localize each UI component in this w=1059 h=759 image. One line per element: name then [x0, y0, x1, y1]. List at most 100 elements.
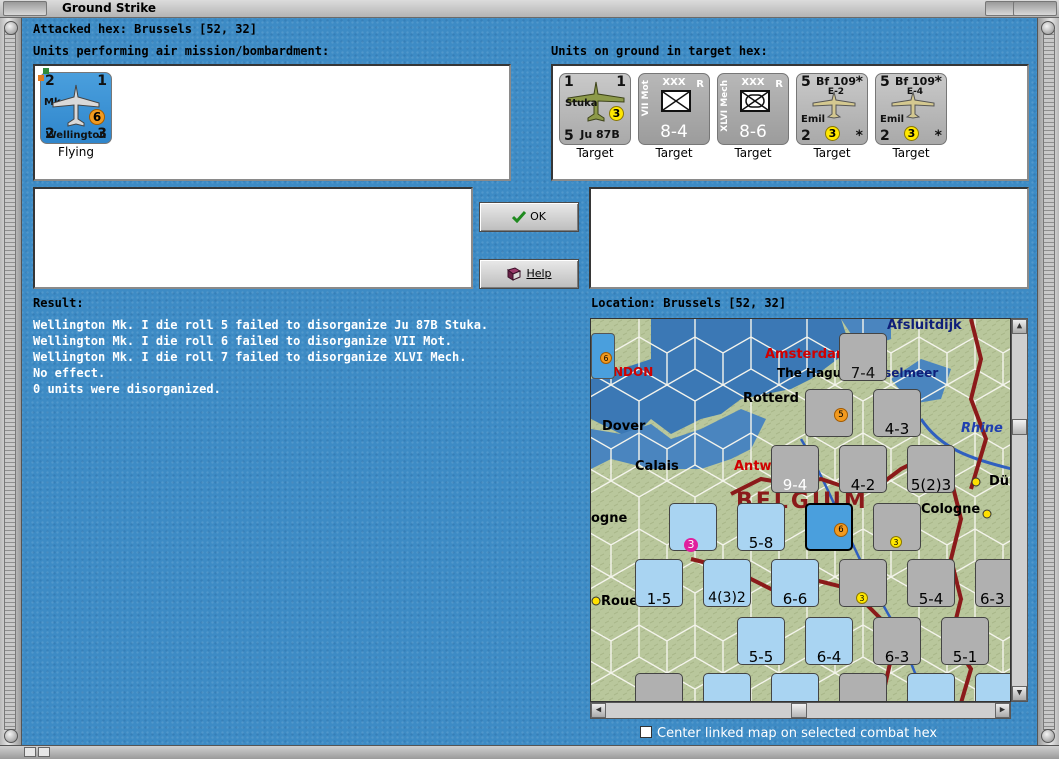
counter-value: 2	[801, 128, 811, 144]
motorized-infantry-icon	[661, 90, 691, 112]
location-label: Location: Brussels [52, 32]	[591, 296, 787, 310]
map-unit-stack[interactable]: 4(3)2	[703, 559, 751, 607]
ok-button[interactable]: OK	[479, 202, 579, 232]
frame-stripe-left	[4, 30, 16, 730]
map-unit-stack[interactable]: 5-5	[737, 617, 785, 666]
map-place-label: Roue	[601, 594, 639, 609]
status-marker-icon	[43, 68, 49, 74]
pilot-name: Emil	[880, 114, 905, 125]
map-unit-stack[interactable]: 6-3	[975, 559, 1010, 608]
wellington-counter[interactable]: 2 1 Mk. I 6 Wellington 2 3	[40, 72, 112, 144]
air-unit-detail-panel[interactable]	[33, 187, 473, 289]
map-air-unit[interactable]: 6	[591, 333, 615, 379]
ground-units-panel[interactable]: 1 1 Stuka 3 5 Ju 87B Target VII Mot XXX …	[551, 64, 1029, 181]
map-air-unit[interactable]	[839, 673, 887, 701]
stack-value: 4-3	[884, 420, 910, 438]
close-grip[interactable]	[1013, 1, 1057, 16]
unit-status-label: Flying	[58, 145, 94, 159]
map-place-label: NDON	[613, 365, 654, 379]
stack-value: 5-8	[748, 534, 774, 552]
map-unit-stack[interactable]: 5-4	[907, 559, 955, 608]
ground-strike-window: Ground Strike Attacked hex: Brussels [52…	[0, 0, 1059, 759]
map-unit-stack[interactable]	[703, 673, 751, 701]
map-unit-stack[interactable]: 7-4	[839, 333, 887, 382]
rivet-icon	[1041, 729, 1055, 743]
stack-value: 5(2)3	[910, 476, 952, 494]
horizontal-scroll-thumb[interactable]	[791, 703, 807, 718]
map-horizontal-scrollbar[interactable]: ◀ ▶	[590, 702, 1011, 719]
resize-arrow-icon[interactable]	[24, 747, 36, 757]
map-air-unit[interactable]	[635, 673, 683, 701]
map-unit-stack[interactable]: 3	[669, 503, 717, 552]
result-line: Wellington Mk. I die roll 5 failed to di…	[33, 318, 489, 332]
scroll-left-button[interactable]: ◀	[591, 703, 606, 718]
result-line: No effect.	[33, 366, 106, 380]
counter-value: *	[934, 128, 942, 144]
map-place-label: Antw	[734, 459, 772, 474]
vii-mot-counter[interactable]: VII Mot XXX R 8-4	[638, 73, 710, 145]
help-button-label: Help	[526, 267, 552, 280]
bf109-e4-counter[interactable]: 5 Bf 109 * E-4 Emil 2 3 *	[875, 73, 947, 145]
unit-status-label: Target	[813, 146, 851, 160]
ground-unit-detail-panel[interactable]	[589, 187, 1029, 289]
map-unit-stack[interactable]: 5-1	[941, 617, 989, 666]
map-unit-stack[interactable]: 1-5	[635, 559, 683, 608]
map-unit-stack[interactable]: 4-3	[873, 389, 921, 438]
mechanized-icon	[740, 90, 770, 112]
map-unit-stack[interactable]	[771, 673, 819, 701]
combat-value: 8-6	[739, 122, 767, 142]
center-linked-map-option[interactable]: Center linked map on selected combat hex	[640, 726, 937, 741]
map-place-label: Afsluitdijk	[887, 318, 962, 333]
location-map[interactable]: Afsluitdijk Amsterdam The Hague sselmeer…	[590, 318, 1011, 702]
bf109-e2-counter[interactable]: 5 Bf 109 * E-2 Emil 2 3 *	[796, 73, 868, 145]
map-unit-stack[interactable]: 6-6	[771, 559, 819, 608]
resize-arrow-icon[interactable]	[38, 747, 50, 757]
map-unit-stack[interactable]: 9-4	[771, 445, 819, 494]
stack-value: 6-6	[782, 590, 808, 608]
scroll-down-button[interactable]: ▼	[1012, 686, 1027, 701]
unit-status-label: Target	[734, 146, 772, 160]
map-unit-stack[interactable]: 5-8	[737, 503, 785, 552]
stack-value: 5-1	[952, 648, 978, 666]
ground-unit-slot[interactable]: VII Mot XXX R 8-4 Target	[638, 73, 710, 160]
vertical-scroll-thumb[interactable]	[1012, 419, 1027, 435]
stack-value: 6-4	[816, 648, 842, 666]
strength-badge: 3	[609, 106, 624, 121]
map-air-unit[interactable]: 3	[839, 559, 887, 607]
map-unit-stack[interactable]: 4-2	[839, 445, 887, 494]
selected-air-unit[interactable]: 6	[805, 503, 853, 551]
map-air-unit[interactable]: 3	[873, 503, 921, 551]
ground-unit-slot[interactable]: XLVI Mech XXX R 8-6 Target	[717, 73, 789, 160]
unit-status-label: Target	[576, 146, 614, 160]
title-bar[interactable]: Ground Strike	[0, 0, 1059, 18]
result-heading: Result:	[33, 296, 84, 310]
stuka-counter[interactable]: 1 1 Stuka 3 5 Ju 87B	[559, 73, 631, 145]
center-linked-map-checkbox[interactable]	[640, 726, 652, 738]
xlvi-mech-counter[interactable]: XLVI Mech XXX R 8-6	[717, 73, 789, 145]
counter-value: 2	[880, 128, 890, 144]
map-vertical-scrollbar[interactable]: ▲ ▼	[1011, 318, 1028, 702]
ground-unit-slot[interactable]: 5 Bf 109 * E-4 Emil 2 3 * Target	[875, 73, 947, 160]
ground-unit-slot[interactable]: 1 1 Stuka 3 5 Ju 87B Target	[559, 73, 631, 160]
help-button[interactable]: Help	[479, 259, 579, 289]
result-line: Wellington Mk. I die roll 6 failed to di…	[33, 334, 453, 348]
system-menu-grip[interactable]	[3, 1, 47, 16]
map-unit-stack[interactable]: 6-3	[873, 617, 921, 666]
scroll-up-button[interactable]: ▲	[1012, 319, 1027, 334]
map-air-unit[interactable]: 5	[805, 389, 853, 437]
map-unit-stack[interactable]: 5(2)3	[907, 445, 955, 494]
stack-value: 6-3	[884, 648, 910, 666]
map-place-label: Cologne	[921, 502, 981, 517]
air-units-panel[interactable]: 2 1 Mk. I 6 Wellington 2 3 Flying	[33, 64, 511, 181]
strength-badge: 6	[89, 109, 105, 125]
scroll-right-button[interactable]: ▶	[995, 703, 1010, 718]
ground-unit-slot[interactable]: 5 Bf 109 * E-2 Emil 2 3 * Target	[796, 73, 868, 160]
map-unit-stack[interactable]	[975, 673, 1010, 701]
map-unit-stack[interactable]	[907, 673, 955, 701]
map-place-label: Amsterdam	[765, 347, 850, 362]
pilot-name: Emil	[801, 114, 826, 125]
rivet-icon	[1041, 21, 1055, 35]
window-frame-bottom	[0, 745, 1059, 759]
air-unit-slot[interactable]: 2 1 Mk. I 6 Wellington 2 3 Flying	[38, 68, 112, 159]
map-unit-stack[interactable]: 6-4	[805, 617, 853, 666]
